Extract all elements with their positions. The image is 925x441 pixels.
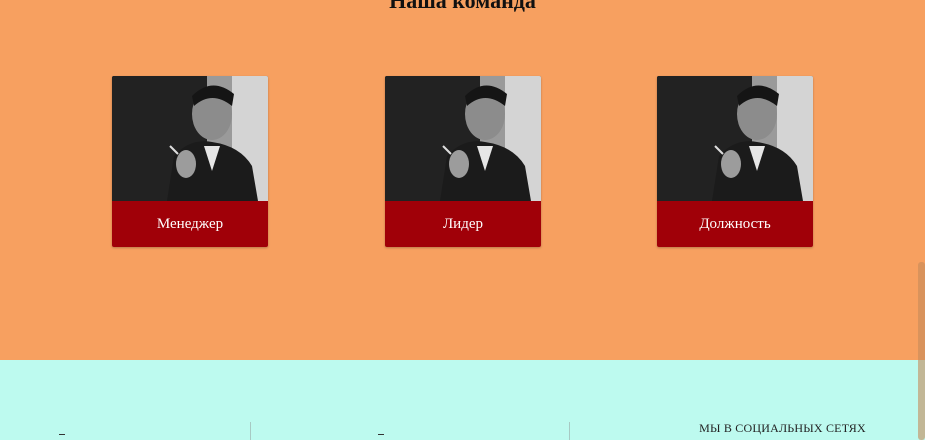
- footer-divider: [250, 422, 251, 440]
- member-photo: [657, 76, 813, 201]
- section-title: Наша команда: [389, 0, 536, 13]
- team-member-card-position[interactable]: Должность: [657, 76, 813, 247]
- member-photo: [112, 76, 268, 201]
- portrait-image: [657, 76, 813, 201]
- member-photo: [385, 76, 541, 201]
- footer-divider: [569, 422, 570, 440]
- team-member-card-leader[interactable]: Лидер: [385, 76, 541, 247]
- member-role-label: Лидер: [385, 201, 541, 247]
- member-role-label: Должность: [657, 201, 813, 247]
- portrait-image: [385, 76, 541, 201]
- page-scrollbar[interactable]: [918, 262, 925, 440]
- footer: МЫ В СОЦИАЛЬНЫХ СЕТЯХ: [0, 360, 925, 440]
- member-role-label: Менеджер: [112, 201, 268, 247]
- portrait-image: [112, 76, 268, 201]
- social-networks-heading: МЫ В СОЦИАЛЬНЫХ СЕТЯХ: [699, 421, 866, 435]
- team-member-card-manager[interactable]: Менеджер: [112, 76, 268, 247]
- team-section: Наша команда Менеджер Лидер Должность: [0, 0, 925, 360]
